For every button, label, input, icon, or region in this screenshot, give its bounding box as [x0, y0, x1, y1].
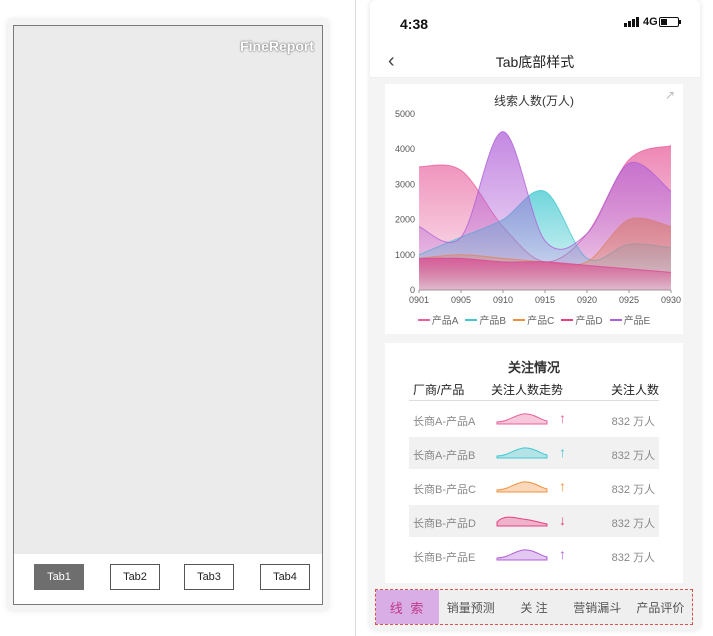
wireframe-tab-bar: Tab1 Tab2 Tab3 Tab4: [14, 554, 322, 604]
attention-count: 832 万人: [611, 484, 655, 496]
attention-count: 832 万人: [611, 518, 655, 530]
wireframe-tab-1[interactable]: Tab1: [34, 564, 84, 590]
area-chart: 0 1000 2000 3000 4000 5000 0901 0905 0910 0915 092…: [395, 109, 681, 305]
bottom-tab-bar: 线 索销量预测关 注营销漏斗 产品评价: [375, 589, 693, 625]
bottom-tab-4[interactable]: 营销漏斗: [566, 590, 629, 624]
chart-card: 线索人数(万人) ↗ 0 1000 2000 3000 4000 5000 0901 0905…: [385, 84, 683, 334]
attention-table-card: 关注情况 厂商/产品 关注人数走势 关注人数 长商A-产品A ↑ 832 万人 长商A…: [385, 343, 683, 583]
status-bar: 4:38 4G: [370, 0, 700, 44]
arrow-up-icon: ↑: [559, 444, 566, 460]
wireframe-tab-3[interactable]: Tab3: [184, 564, 234, 590]
content-placeholder: FineReport: [14, 26, 322, 554]
bottom-tab-2[interactable]: 销量预测: [439, 590, 502, 624]
y-tick-label: 4000: [395, 144, 415, 154]
product-name: 长商B-产品D: [413, 518, 476, 530]
x-tick-label: 0905: [451, 295, 471, 305]
bottom-tab-5[interactable]: 产品评价: [629, 590, 692, 624]
arrow-down-icon: ↓: [559, 512, 566, 528]
battery-icon: [659, 17, 681, 27]
arrow-up-icon: ↑: [559, 478, 566, 494]
legend-label: 产品B: [479, 316, 507, 327]
wireframe-tab-2[interactable]: Tab2: [110, 564, 160, 590]
legend-item[interactable]: 产品D: [561, 312, 603, 327]
y-tick-label: 0: [410, 285, 415, 295]
wireframe-screen: FineReport Tab1 Tab2 Tab3 Tab4: [13, 25, 323, 605]
legend-item[interactable]: 产品E: [609, 312, 651, 327]
legend-swatch: [609, 318, 622, 321]
wireframe-tab-4[interactable]: Tab4: [260, 564, 310, 590]
trend-sparkline: [496, 413, 548, 425]
product-name: 长商B-产品C: [413, 484, 476, 496]
network-label: 4G: [643, 16, 658, 28]
status-time: 4:38: [400, 16, 429, 32]
trend-sparkline: [496, 549, 548, 561]
legend-label: 产品C: [527, 316, 555, 327]
x-tick-label: 0930: [661, 295, 681, 305]
trend-sparkline: [496, 516, 548, 527]
arrow-up-icon: ↑: [559, 410, 566, 426]
legend-item[interactable]: 产品C: [513, 312, 554, 327]
y-tick-label: 1000: [395, 250, 415, 260]
attention-count: 832 万人: [611, 416, 655, 428]
table-header: 厂商/产品 关注人数走势 关注人数: [409, 379, 659, 401]
table-row[interactable]: 长商A-产品A ↑ 832 万人: [409, 403, 659, 435]
table-row[interactable]: 长商B-产品C ↑ 832 万人: [409, 471, 659, 503]
x-tick-label: 0925: [619, 295, 639, 305]
product-name: 长商A-产品B: [413, 450, 476, 462]
table-row[interactable]: 长商A-产品B ↑ 832 万人: [409, 437, 659, 469]
brand-watermark: FineReport: [240, 38, 314, 54]
table-title: 关注情况: [507, 360, 560, 375]
x-tick-label: 0920: [577, 295, 597, 305]
wireframe-preview: FineReport Tab1 Tab2 Tab3 Tab4: [8, 20, 328, 610]
header-count: 关注人数: [610, 383, 659, 397]
attention-count: 832 万人: [611, 552, 655, 564]
legend-label: 产品E: [623, 316, 651, 327]
legend-label: 产品D: [575, 316, 603, 327]
panel-divider: [355, 0, 356, 636]
bottom-tab-1[interactable]: 线 索: [376, 590, 440, 624]
legend-swatch: [417, 318, 430, 321]
product-name: 长商A-产品A: [413, 416, 476, 428]
legend-swatch: [513, 318, 526, 321]
page-title: Tab底部样式: [495, 54, 575, 70]
legend-swatch: [561, 318, 574, 321]
trend-sparkline: [496, 481, 548, 493]
legend-swatch: [465, 318, 478, 321]
arrow-up-icon: ↑: [559, 546, 566, 562]
header-trend: 关注人数走势: [491, 383, 564, 397]
x-tick-label: 0910: [493, 295, 513, 305]
y-tick-label: 3000: [395, 179, 415, 189]
chart-legend: 产品A 产品B 产品C 产品D 产品E: [385, 312, 683, 327]
y-tick-label: 5000: [395, 109, 415, 119]
legend-item[interactable]: 产品B: [465, 312, 506, 327]
header-product: 厂商/产品: [413, 383, 465, 397]
nav-bar: ‹ Tab底部样式: [370, 44, 700, 78]
legend-label: 产品A: [431, 316, 459, 327]
x-tick-label: 0901: [409, 295, 429, 305]
bottom-tab-3[interactable]: 关 注: [502, 590, 565, 624]
attention-count: 832 万人: [611, 450, 655, 462]
trend-sparkline: [496, 447, 548, 459]
legend-item[interactable]: 产品A: [417, 312, 459, 327]
table-row[interactable]: 长商B-产品E ↑ 832 万人: [409, 539, 659, 571]
signal-icon: [624, 17, 639, 27]
product-name: 长商B-产品E: [413, 552, 476, 564]
x-tick-label: 0915: [535, 295, 555, 305]
phone-preview: 4:38 4G ‹ Tab底部样式 线索人数(万人) ↗ 0 1000 2000 30…: [370, 0, 700, 630]
y-tick-label: 2000: [395, 215, 415, 225]
table-row[interactable]: 长商B-产品D ↓ 832 万人: [409, 505, 659, 537]
